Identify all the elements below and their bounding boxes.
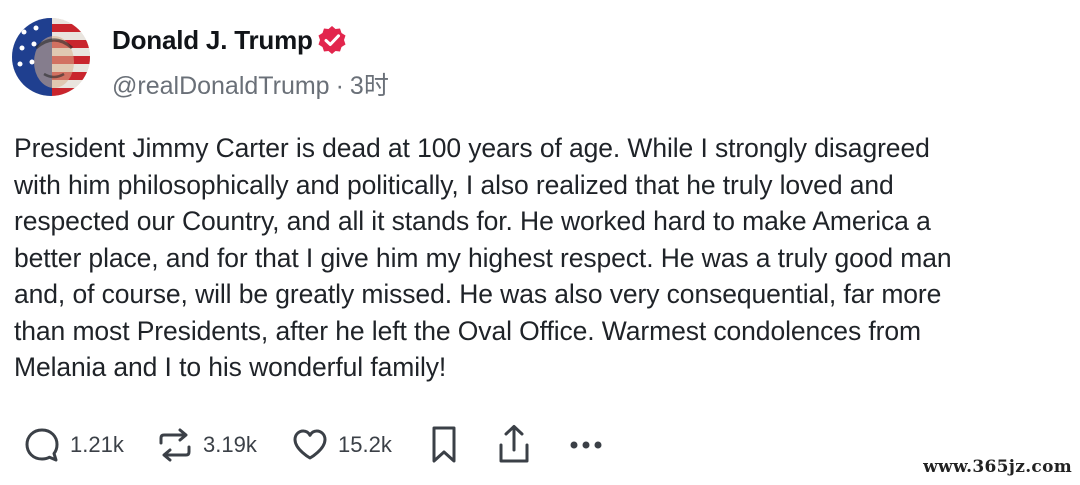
- bookmark-icon: [424, 423, 464, 467]
- meta-separator: ·: [335, 72, 344, 100]
- reply-button[interactable]: 1.21k: [22, 420, 124, 470]
- display-name[interactable]: Donald J. Trump: [112, 25, 313, 56]
- action-bar: 1.21k 3.19k 15.2k: [0, 420, 1080, 470]
- watermark: www.365jz.com: [923, 457, 1072, 477]
- like-count: 15.2k: [338, 432, 392, 457]
- like-icon: [290, 425, 330, 465]
- like-button[interactable]: 15.2k: [290, 420, 392, 470]
- post-text: President Jimmy Carter is dead at 100 ye…: [14, 133, 952, 382]
- verified-badge-icon: [316, 24, 348, 56]
- post-card: Donald J. Trump @realDonaldTrump · 3时 Pres…: [0, 0, 1080, 485]
- share-button[interactable]: [494, 420, 534, 470]
- timestamp[interactable]: 3时: [350, 72, 389, 100]
- reply-count: 1.21k: [70, 432, 124, 457]
- retruth-icon: [155, 425, 195, 465]
- post-meta: @realDonaldTrump · 3时: [112, 66, 389, 102]
- bookmark-button[interactable]: [424, 420, 464, 470]
- reply-icon: [22, 425, 62, 465]
- retruth-count: 3.19k: [203, 432, 257, 457]
- retruth-button[interactable]: 3.19k: [155, 420, 257, 470]
- avatar[interactable]: [12, 18, 90, 96]
- more-button[interactable]: [566, 420, 606, 470]
- handle[interactable]: @realDonaldTrump: [112, 72, 330, 100]
- share-icon: [494, 423, 534, 467]
- more-icon: [566, 425, 606, 465]
